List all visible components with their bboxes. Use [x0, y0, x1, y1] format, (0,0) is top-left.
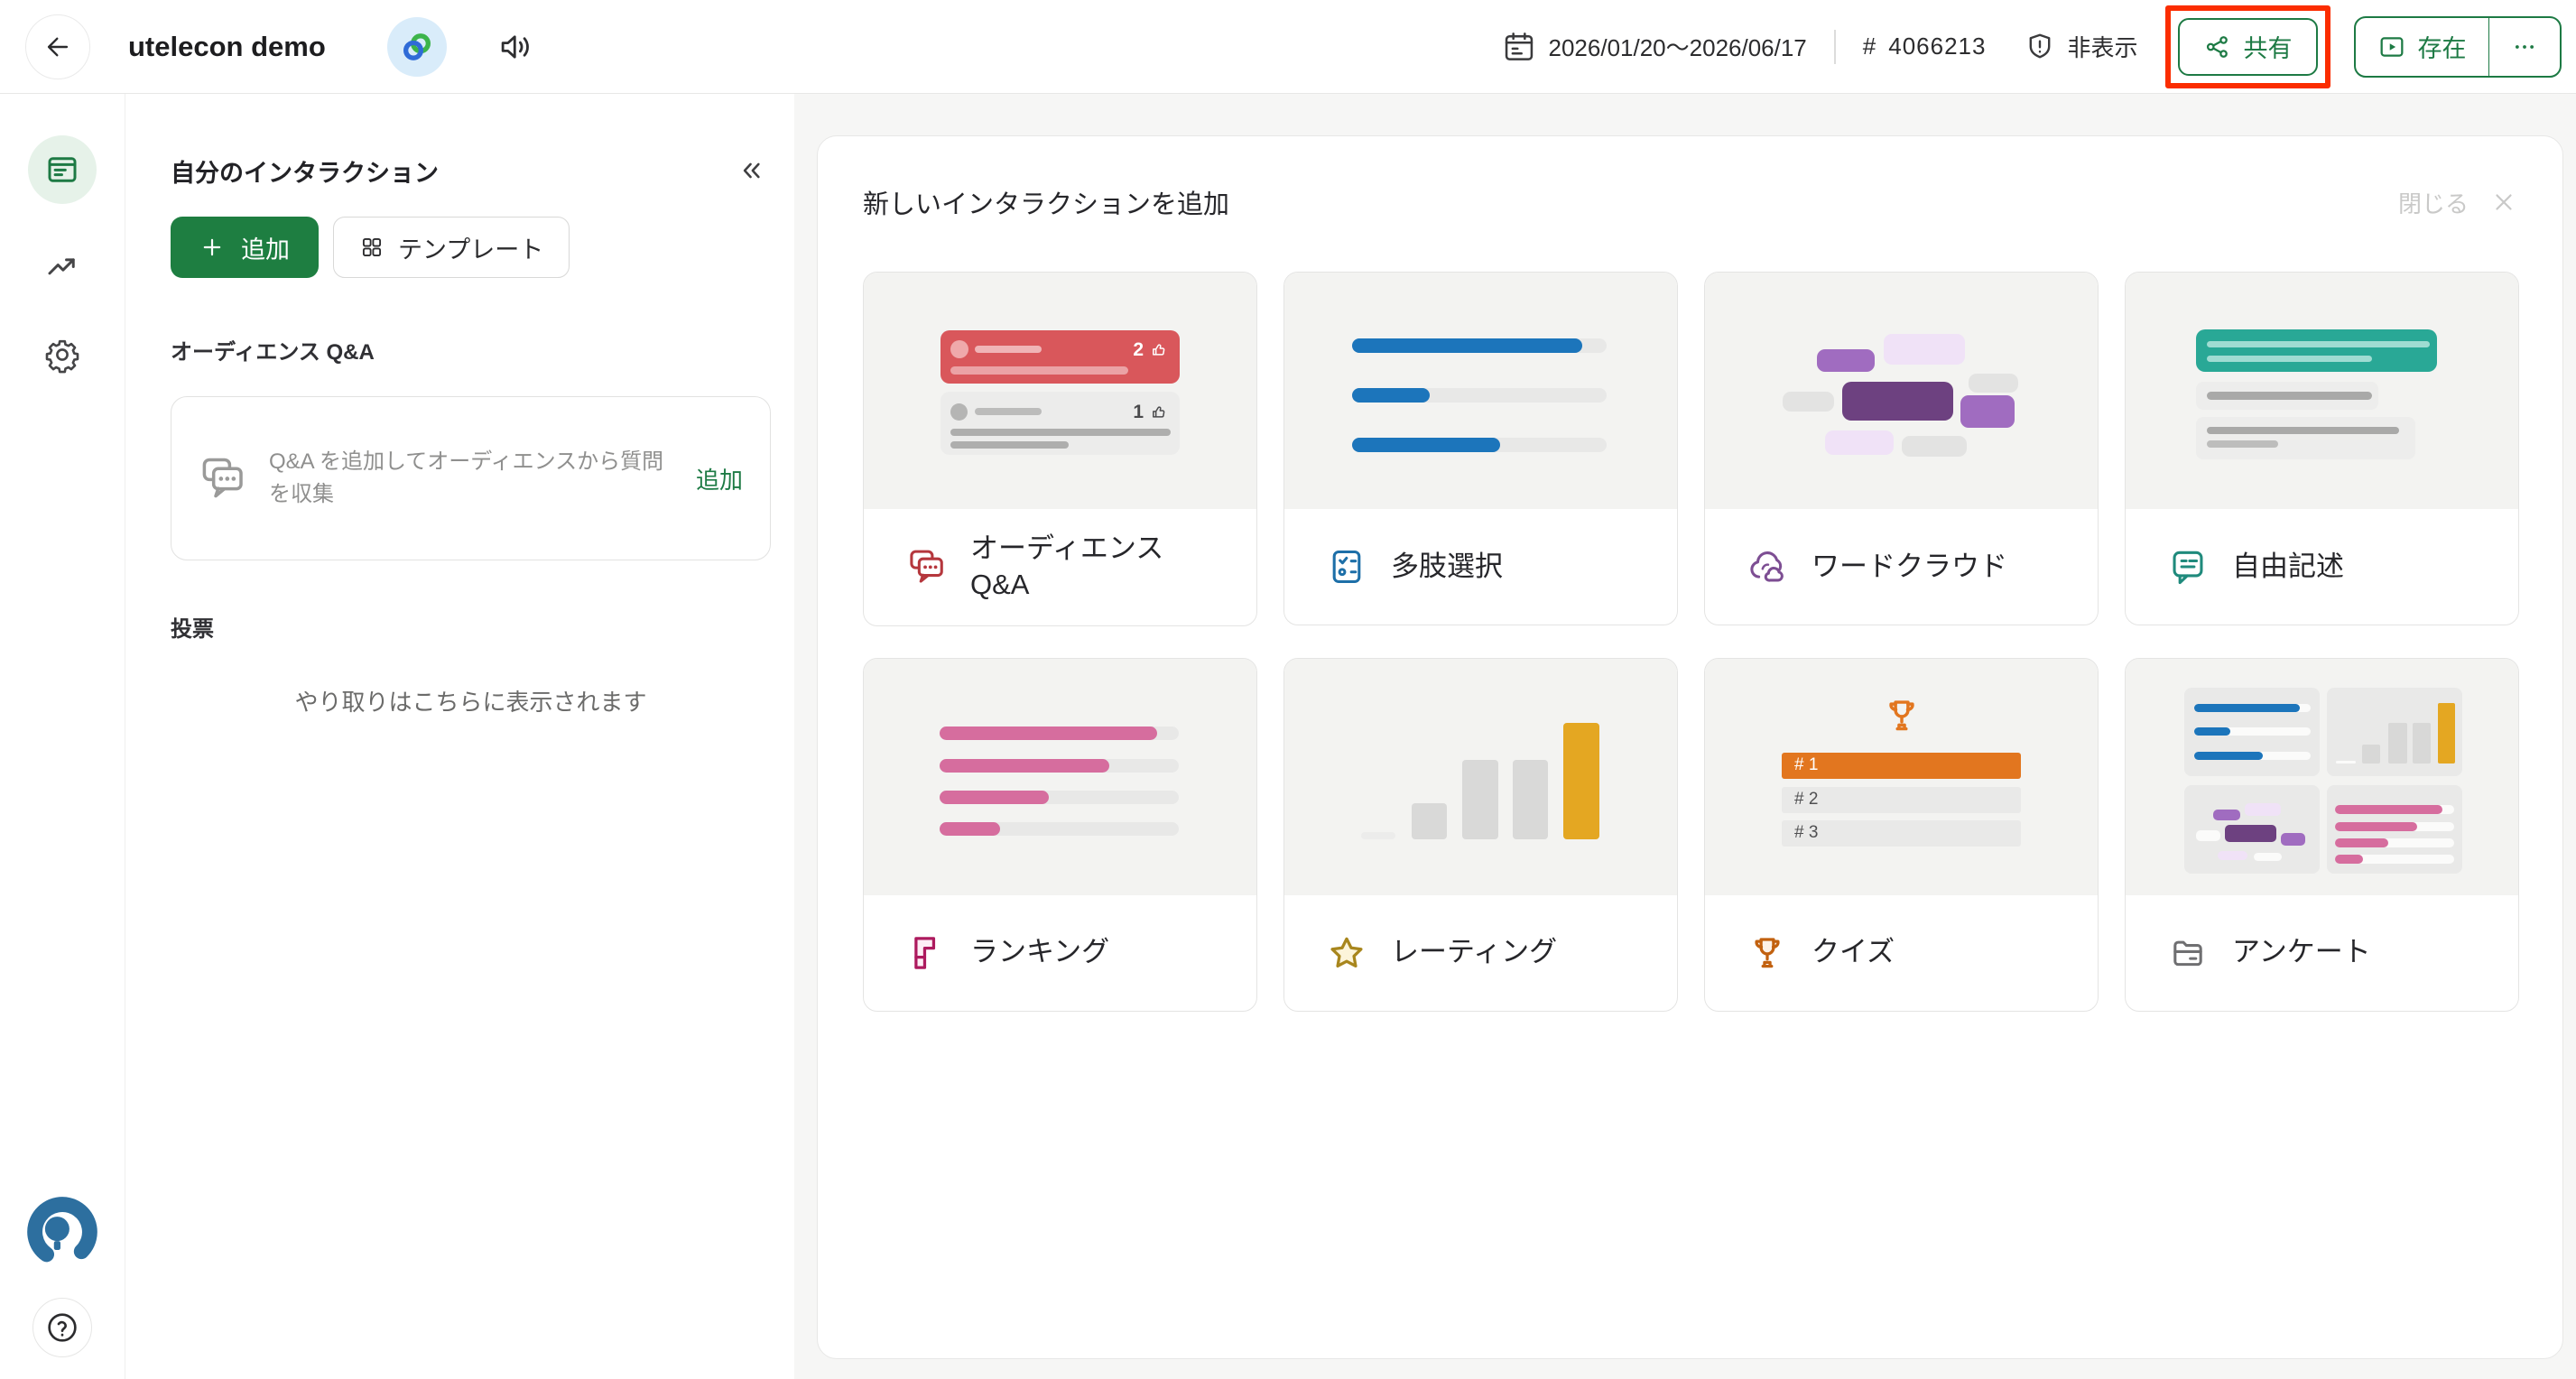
card-label-text: 多肢選択: [1391, 549, 1503, 585]
cloud-icon: [1747, 546, 1788, 588]
add-interaction-dialog: 新しいインタラクションを追加 閉じる 2: [817, 135, 2563, 1359]
topbar-right: 2026/01/20〜2026/06/17 # 4066213 非表示: [1502, 5, 2562, 88]
folder-icon: [2167, 932, 2209, 974]
rating-thumbnail: [1284, 659, 1677, 895]
card-open-ended[interactable]: 自由記述: [2125, 272, 2519, 625]
speech-bubble-lines-icon: [2167, 546, 2209, 588]
hidden-label: 非表示: [2067, 30, 2137, 63]
interaction-type-grid: 2 1: [863, 272, 2517, 1012]
date-range: 2026/01/20〜2026/06/17: [1502, 30, 1807, 64]
template-button[interactable]: テンプレート: [333, 217, 570, 278]
poll-section-label: 投票: [171, 611, 771, 643]
chevrons-left-icon: [737, 155, 767, 186]
question-mark-icon: [44, 1310, 80, 1346]
wordcloud-thumbnail: [1705, 273, 2098, 509]
star-icon: [1326, 932, 1367, 974]
card-multiple-choice[interactable]: 多肢選択: [1283, 272, 1678, 625]
share-nodes-icon: [2203, 32, 2232, 61]
voting-code: 4066213: [1888, 32, 1986, 60]
trophy-icon: [1881, 695, 1923, 736]
slides-icon: [43, 151, 81, 189]
present-play-icon: [2377, 32, 2406, 61]
close-icon: [2490, 189, 2517, 216]
left-rail: [0, 94, 125, 1379]
present-button-group: 存在: [2354, 16, 2562, 78]
mentimeter-logo[interactable]: [22, 1191, 103, 1273]
card-label-text: ランキング: [970, 934, 1109, 970]
card-ranking[interactable]: ランキング: [863, 658, 1257, 1012]
collapse-panel-button[interactable]: [733, 152, 771, 190]
card-quiz[interactable]: # 1 # 2 # 3 クイズ: [1704, 658, 2099, 1012]
qa-bubbles-icon: [905, 546, 947, 588]
qa-thumb-likes-top: 2: [1133, 339, 1168, 361]
code-hash: #: [1863, 32, 1876, 60]
thumbs-up-icon: [1150, 341, 1168, 359]
arrow-left-icon: [42, 32, 73, 62]
interactions-panel: 自分のインタラクション 追加 テンプレート オーディエ: [125, 94, 794, 1379]
card-rating[interactable]: レーティング: [1283, 658, 1678, 1012]
close-label: 閉じる: [2398, 186, 2469, 219]
dialog-title: 新しいインタラクションを追加: [863, 183, 1229, 221]
card-label-text: ワードクラウド: [1812, 549, 2007, 585]
present-button[interactable]: 存在: [2356, 18, 2488, 76]
ranking-thumbnail: [864, 659, 1256, 895]
survey-thumbnail: [2126, 659, 2518, 895]
card-label-text: レーティング: [1391, 934, 1557, 970]
template-button-label: テンプレート: [398, 230, 543, 265]
qa-thumb-likes-bottom: 1: [1133, 402, 1168, 423]
qa-add-link[interactable]: 追加: [696, 462, 743, 495]
card-word-cloud[interactable]: ワードクラウド: [1704, 272, 2099, 625]
page-title: utelecon demo: [128, 31, 326, 63]
present-label: 存在: [2418, 29, 2467, 64]
ranking-steps-icon: [905, 932, 947, 974]
poll-empty-text: やり取りはこちらに表示されます: [171, 684, 771, 717]
qa-thumbnail: 2 1: [864, 273, 1256, 509]
trophy-icon: [1747, 932, 1788, 974]
card-label-text: 自由記述: [2232, 549, 2344, 585]
qa-thumb-question: 1: [941, 392, 1180, 455]
panel-title: 自分のインタラクション: [171, 153, 439, 189]
calendar-icon: [1502, 30, 1536, 64]
add-interaction-button[interactable]: 追加: [171, 217, 319, 278]
date-range-text: 2026/01/20〜2026/06/17: [1549, 30, 1807, 63]
shield-alert-icon: [2024, 31, 2056, 63]
share-label: 共有: [2244, 29, 2293, 64]
add-button-label: 追加: [241, 230, 290, 265]
grid-icon: [359, 235, 385, 260]
qa-empty-card[interactable]: Q&A を追加してオーディエンスから質問を収集 追加: [171, 396, 771, 560]
qa-thumb-highlighted-question: 2: [941, 330, 1180, 384]
help-button[interactable]: [32, 1298, 92, 1357]
share-button[interactable]: 共有: [2178, 18, 2318, 76]
plus-icon: [199, 235, 225, 260]
qa-card-text: Q&A を追加してオーディエンスから質問を収集: [269, 446, 676, 511]
announcement-speaker-icon[interactable]: [497, 28, 535, 66]
thumbs-up-icon: [1150, 403, 1168, 421]
card-label-text: オーディエンス Q&A: [970, 531, 1226, 604]
choice-thumbnail: [1284, 273, 1677, 509]
card-label-text: アンケート: [2232, 934, 2371, 970]
qa-section-label: オーディエンス Q&A: [171, 334, 771, 366]
rail-item-results[interactable]: [43, 247, 81, 285]
chat-bubbles-icon: [197, 453, 247, 504]
card-survey[interactable]: アンケート: [2125, 658, 2519, 1012]
checklist-icon: [1326, 546, 1367, 588]
open-ended-thumbnail: [2126, 273, 2518, 509]
back-button[interactable]: [25, 14, 90, 79]
code-hidden-status[interactable]: 非表示: [2024, 30, 2137, 63]
divider: [1834, 30, 1836, 64]
rail-item-settings[interactable]: [43, 336, 81, 374]
ellipsis-icon: [2511, 33, 2538, 60]
quiz-thumbnail: # 1 # 2 # 3: [1705, 659, 2098, 895]
close-dialog-button[interactable]: 閉じる: [2398, 186, 2517, 219]
gear-icon: [43, 336, 81, 374]
card-audience-qa[interactable]: 2 1: [863, 272, 1257, 626]
trending-up-icon: [43, 247, 81, 285]
more-options-button[interactable]: [2489, 18, 2560, 76]
top-bar: utelecon demo 2026/01/20〜2026/06/17 # 40…: [0, 0, 2576, 94]
rail-item-interactions[interactable]: [28, 135, 97, 204]
card-label-text: クイズ: [1812, 934, 1895, 970]
red-annotation-box: 共有: [2165, 5, 2330, 88]
webex-logo-icon[interactable]: [387, 17, 447, 77]
